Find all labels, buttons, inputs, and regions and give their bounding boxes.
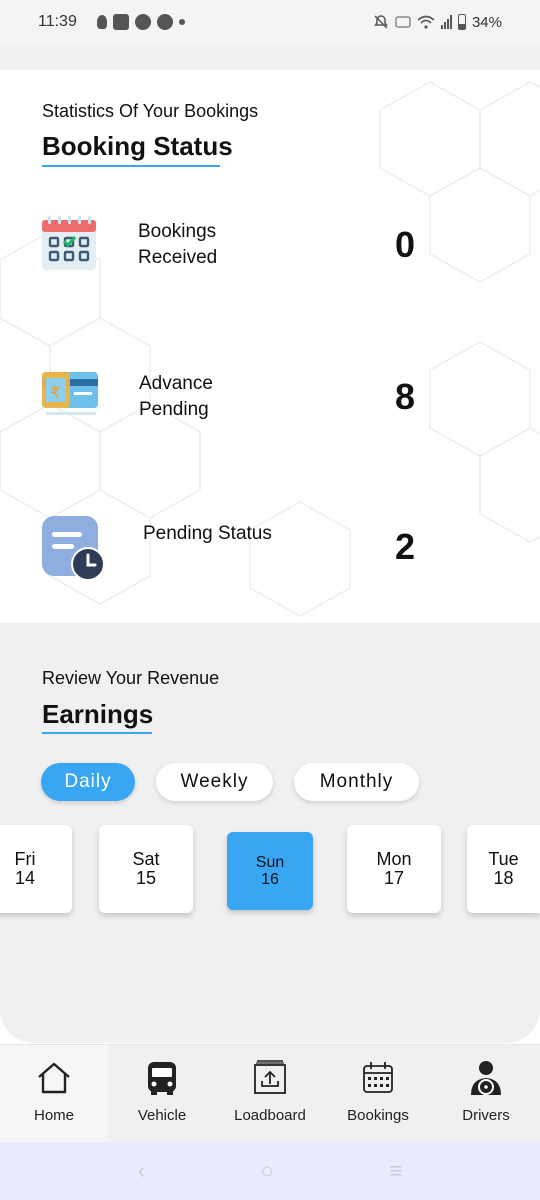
tab-weekly[interactable]: Weekly [156, 763, 273, 801]
pending-clock-icon [42, 516, 105, 581]
home-icon [38, 1062, 70, 1094]
battery-percent: 34% [471, 13, 502, 31]
day-name: Tue [488, 849, 519, 869]
day-card-mon[interactable]: Mon 17 [347, 825, 441, 913]
booking-title-underline [42, 165, 220, 167]
booking-status-section: Statistics Of Your Bookings Booking Stat… [0, 70, 540, 623]
volte-icon [395, 16, 411, 28]
nav-loadboard[interactable]: Loadboard [216, 1045, 324, 1143]
mute-bell-icon [373, 15, 388, 29]
day-name: Mon [376, 849, 412, 869]
battery-icon [457, 14, 466, 30]
upload-box-icon [254, 1060, 286, 1094]
calendar-grid-icon [363, 1062, 393, 1093]
calendar-icon [42, 216, 96, 270]
signal-icon [440, 15, 452, 29]
nav-label: Bookings [347, 1107, 409, 1124]
earnings-subtitle: Review Your Revenue [42, 668, 220, 688]
bottom-navigation: Home Vehicle Loadboard Bookings Drivers [0, 1044, 540, 1143]
earnings-section: Review Your Revenue Earnings Daily Weekl… [0, 623, 540, 1043]
back-icon[interactable]: ‹ [138, 1158, 145, 1184]
nav-vehicle[interactable]: Vehicle [108, 1045, 216, 1143]
day-name: Sun [255, 854, 285, 871]
day-name: Fri [14, 849, 36, 869]
day-date: 17 [383, 868, 405, 888]
wifi-icon [417, 15, 435, 29]
nav-label: Loadboard [234, 1107, 306, 1124]
stat-row-advance-pending[interactable]: ₹ Advance Pending 8 [0, 368, 540, 438]
status-bar: 11:39 34% [0, 0, 540, 44]
more-notifications-dot-icon [178, 19, 185, 25]
nav-drivers[interactable]: Drivers [432, 1045, 540, 1143]
tab-monthly[interactable]: Monthly [294, 763, 419, 801]
bookings-received-label: Bookings Received [138, 221, 218, 268]
stat-row-bookings-received[interactable]: Bookings Received 0 [0, 216, 540, 286]
day-card-tue[interactable]: Tue 18 [467, 825, 540, 913]
pending-status-label: Pending Status [143, 523, 272, 544]
notification-circle-icon [156, 14, 173, 30]
bus-icon [148, 1062, 176, 1095]
system-navigation-bar: ‹ ○ ≡ [0, 1142, 540, 1200]
nav-label: Drivers [462, 1107, 510, 1124]
day-date: 18 [493, 868, 514, 888]
nav-label: Vehicle [137, 1107, 187, 1124]
stat-row-pending-status[interactable]: Pending Status 2 [0, 516, 540, 586]
day-date: 16 [261, 871, 279, 888]
home-circle-icon[interactable]: ○ [261, 1158, 274, 1184]
day-card-sat[interactable]: Sat 15 [99, 825, 193, 913]
booking-subtitle: Statistics Of Your Bookings [42, 101, 259, 121]
status-time: 11:39 [38, 13, 77, 30]
day-date: 14 [14, 868, 36, 888]
recent-apps-icon[interactable]: ≡ [389, 1158, 402, 1184]
tab-daily[interactable]: Daily [41, 763, 135, 801]
svg-text:₹: ₹ [50, 383, 60, 402]
day-date: 15 [135, 868, 157, 888]
pending-status-value: 2 [394, 526, 416, 567]
card-icon: ₹ [42, 372, 98, 415]
nav-home[interactable]: Home [0, 1045, 108, 1143]
top-spacer [0, 44, 540, 70]
driver-icon [471, 1061, 501, 1095]
bookings-received-value: 0 [394, 224, 416, 265]
notification-circle-icon [134, 14, 151, 30]
day-card-fri[interactable]: Fri 14 [0, 825, 72, 913]
nav-bookings[interactable]: Bookings [324, 1045, 432, 1143]
booking-title: Booking Status [42, 131, 233, 161]
nav-label: Home [33, 1107, 74, 1124]
day-name: Sat [132, 849, 160, 869]
earnings-title: Earnings [42, 699, 154, 729]
advance-pending-value: 8 [394, 376, 416, 417]
advance-pending-label: Advance Pending [139, 373, 213, 420]
day-card-sun[interactable]: Sun 16 [227, 832, 313, 910]
shopping-bag-icon [112, 14, 129, 30]
earnings-title-underline [42, 732, 152, 734]
notification-bulb-icon [96, 15, 107, 29]
